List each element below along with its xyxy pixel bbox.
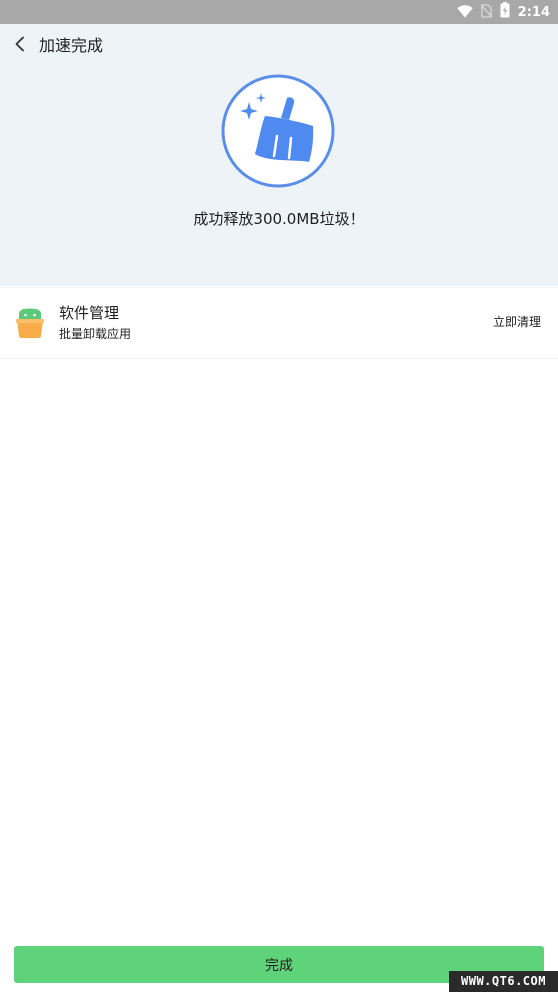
back-button[interactable] (8, 34, 32, 58)
broom-sparkle-icon (221, 74, 335, 192)
clean-now-button[interactable]: 立即清理 (493, 314, 541, 330)
wifi-icon (456, 3, 473, 22)
app-manager-row[interactable]: 软件管理 批量卸载应用 立即清理 (0, 287, 558, 359)
page-title: 加速完成 (39, 36, 104, 55)
battery-charging-icon (500, 2, 510, 22)
status-bar: 2:14 (0, 0, 558, 24)
status-icons: 2:14 (456, 0, 550, 24)
site-watermark: WWW.QT6.COM (449, 971, 558, 992)
chevron-left-icon (14, 36, 26, 56)
row-subtitle: 批量卸载应用 (59, 327, 132, 341)
row-title: 软件管理 (59, 304, 120, 322)
no-sim-icon (480, 3, 493, 22)
result-hero: 加速完成 成功释放300.0MB垃圾！ (0, 24, 558, 286)
clean-result-badge (221, 74, 335, 188)
result-message: 成功释放300.0MB垃圾！ (193, 210, 365, 228)
status-time: 2:14 (517, 4, 550, 20)
android-app-icon (16, 308, 44, 338)
